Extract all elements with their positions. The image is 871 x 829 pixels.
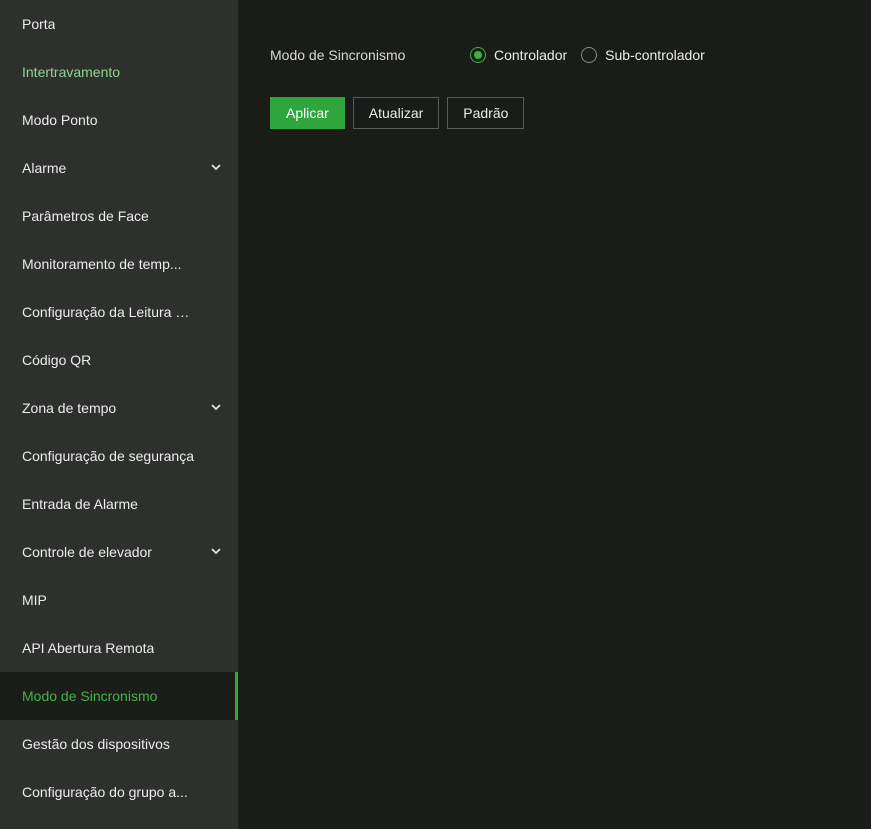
sidebar-item-alarme[interactable]: Alarme: [0, 144, 238, 192]
sidebar-item-api-abertura-remota[interactable]: API Abertura Remota: [0, 624, 238, 672]
radio-option-sub-controlador[interactable]: Sub-controlador: [581, 47, 705, 63]
sidebar-item-label: Zona de tempo: [22, 400, 117, 416]
refresh-button[interactable]: Atualizar: [352, 97, 440, 129]
sidebar-item-label: Controle de elevador: [22, 544, 152, 560]
chevron-down-icon[interactable]: [211, 402, 221, 412]
sidebar-item-entrada-de-alarme[interactable]: Entrada de Alarme: [0, 480, 238, 528]
radio-option-controlador[interactable]: Controlador: [470, 47, 567, 63]
radio-checked-icon[interactable]: [470, 47, 486, 63]
sidebar-item-label: Gestão dos dispositivos: [22, 736, 170, 752]
sidebar-item-label: Modo de Sincronismo: [22, 688, 158, 704]
sidebar-item-label: Monitoramento de temp...: [22, 256, 182, 272]
sidebar-item-porta[interactable]: Porta: [0, 0, 238, 48]
sidebar-item-label: Entrada de Alarme: [22, 496, 138, 512]
sidebar-item-label: Alarme: [22, 160, 67, 176]
sidebar-item-label: MIP: [22, 592, 47, 608]
sidebar-item-configuracao-seguranca[interactable]: Configuração de segurança: [0, 432, 238, 480]
sync-mode-label: Modo de Sincronismo: [270, 47, 406, 63]
action-buttons: Aplicar Atualizar Padrão: [270, 97, 532, 129]
radio-label: Sub-controlador: [605, 47, 705, 63]
sidebar-item-controle-de-elevador[interactable]: Controle de elevador: [0, 528, 238, 576]
sidebar-item-intertravamento[interactable]: Intertravamento: [0, 48, 238, 96]
chevron-down-icon[interactable]: [211, 546, 221, 556]
sidebar-item-monitoramento[interactable]: Monitoramento de temp...: [0, 240, 238, 288]
sidebar-item-configuracao-leitura[interactable]: Configuração da Leitura d...: [0, 288, 238, 336]
sidebar-item-label: Parâmetros de Face: [22, 208, 149, 224]
sidebar-item-label: Configuração do grupo a...: [22, 784, 188, 800]
default-button[interactable]: Padrão: [447, 97, 525, 129]
sidebar-item-mip[interactable]: MIP: [0, 576, 238, 624]
sidebar-item-label: Intertravamento: [22, 64, 121, 80]
apply-button[interactable]: Aplicar: [270, 97, 345, 129]
sidebar-item-label: Porta: [22, 16, 56, 32]
sidebar-item-codigo-qr[interactable]: Código QR: [0, 336, 238, 384]
sidebar: Porta Intertravamento Modo Ponto Alarme …: [0, 0, 238, 829]
sidebar-item-label: API Abertura Remota: [22, 640, 155, 656]
radio-label: Controlador: [494, 47, 568, 63]
sidebar-item-modo-ponto[interactable]: Modo Ponto: [0, 96, 238, 144]
sidebar-item-label: Modo Ponto: [22, 112, 98, 128]
sync-mode-row: Modo de Sincronismo Controlador Sub-cont…: [270, 44, 719, 66]
sidebar-item-modo-de-sincronismo[interactable]: Modo de Sincronismo: [0, 672, 238, 720]
sidebar-item-gestao-dispositivos[interactable]: Gestão dos dispositivos: [0, 720, 238, 768]
sidebar-item-configuracao-grupo[interactable]: Configuração do grupo a...: [0, 768, 238, 816]
chevron-down-icon[interactable]: [211, 162, 221, 172]
sidebar-item-parametros-de-face[interactable]: Parâmetros de Face: [0, 192, 238, 240]
sidebar-item-label: Código QR: [22, 352, 92, 368]
sidebar-item-zona-de-tempo[interactable]: Zona de tempo: [0, 384, 238, 432]
main-panel: Modo de Sincronismo Controlador Sub-cont…: [238, 0, 871, 829]
sidebar-item-label: Configuração de segurança: [22, 448, 194, 464]
sidebar-item-label: Configuração da Leitura d...: [22, 304, 194, 320]
radio-unchecked-icon[interactable]: [581, 47, 598, 63]
app-window: Porta Intertravamento Modo Ponto Alarme …: [0, 0, 871, 829]
